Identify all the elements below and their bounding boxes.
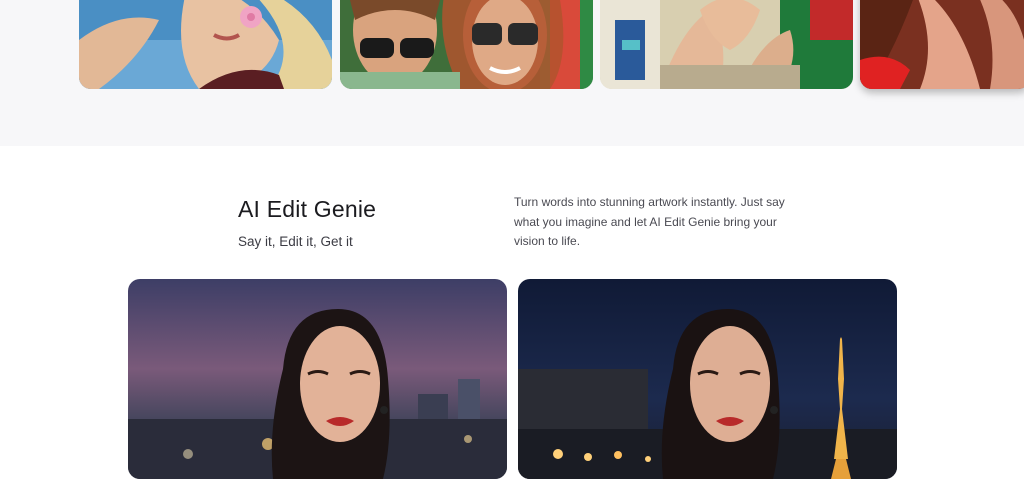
before-image bbox=[128, 279, 507, 479]
gallery-thumbnail[interactable] bbox=[600, 0, 853, 89]
gallery-thumbnail[interactable] bbox=[860, 0, 1024, 89]
feature-description: Turn words into stunning artwork instant… bbox=[514, 195, 785, 248]
feature-subtitle: Say it, Edit it, Get it bbox=[238, 234, 353, 249]
gallery-thumbnail[interactable] bbox=[79, 0, 332, 89]
after-image bbox=[518, 279, 897, 479]
gallery-band bbox=[0, 0, 1024, 146]
feature-title: AI Edit Genie bbox=[238, 196, 377, 222]
gallery-thumbnail[interactable] bbox=[340, 0, 593, 89]
